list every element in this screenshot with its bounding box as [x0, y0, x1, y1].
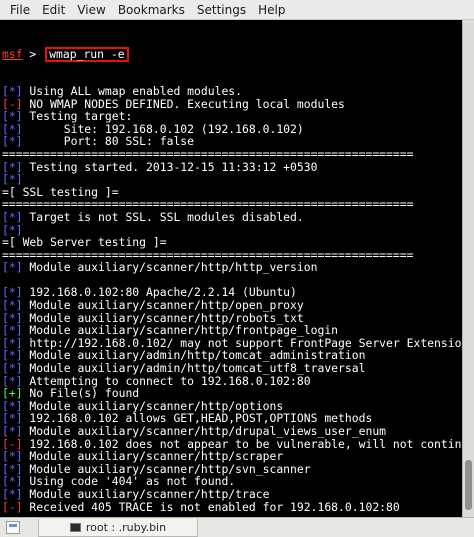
- prompt-name: msf: [2, 47, 23, 62]
- output-text: Target is not SSL. SSL modules disabled.: [22, 209, 304, 224]
- menu-help[interactable]: Help: [252, 0, 291, 20]
- new-tab-icon[interactable]: [6, 521, 20, 534]
- tab-title: root : .ruby.bin: [85, 521, 167, 534]
- output-text: Received 405 TRACE is not enabled for 19…: [22, 499, 400, 514]
- prompt-separator: >: [22, 47, 44, 62]
- output-text: Module auxiliary/scanner/http/http_versi…: [22, 260, 318, 275]
- menu-settings[interactable]: Settings: [191, 0, 252, 20]
- menu-file[interactable]: File: [4, 0, 36, 20]
- scroll-thumb[interactable]: [465, 460, 472, 510]
- status-tag: [*]: [2, 260, 23, 275]
- menu-view[interactable]: View: [71, 0, 111, 20]
- status-tag: [-]: [2, 499, 23, 514]
- terminal-output[interactable]: msf > wmap_run -e [*] Using ALL wmap ena…: [0, 20, 462, 517]
- terminal-icon: [69, 523, 81, 532]
- tab-bar: root : .ruby.bin: [0, 517, 474, 537]
- menu-bookmarks[interactable]: Bookmarks: [112, 0, 191, 20]
- prompt-line: msf > wmap_run -e: [2, 47, 462, 63]
- output-text: Testing started. 2013-12-15 11:33:12 +05…: [22, 159, 318, 174]
- tab-session[interactable]: root : .ruby.bin: [38, 519, 198, 537]
- menu-bar: File Edit View Bookmarks Settings Help: [0, 0, 474, 20]
- command-text: wmap_run -e: [49, 47, 125, 62]
- output-line: [*] Module auxiliary/scanner/http/http_v…: [2, 261, 462, 274]
- command-highlight: wmap_run -e: [45, 47, 129, 63]
- menu-edit[interactable]: Edit: [36, 0, 71, 20]
- output-line: [-] Received 405 TRACE is not enabled fo…: [2, 499, 462, 514]
- vertical-scrollbar[interactable]: [462, 20, 474, 517]
- output-lines: [*] Using ALL wmap enabled modules. [-] N…: [2, 85, 462, 513]
- output-line: [*] Testing started. 2013-12-15 11:33:12…: [2, 159, 462, 174]
- output-line: [*] Target is not SSL. SSL modules disab…: [2, 211, 462, 224]
